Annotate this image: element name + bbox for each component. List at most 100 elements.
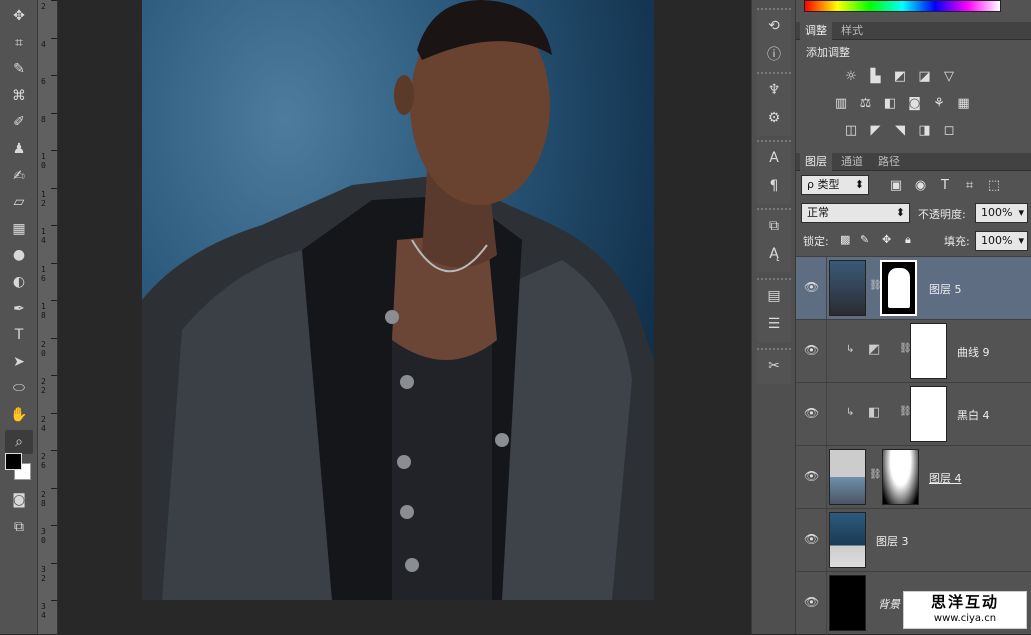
visibility-eye-icon[interactable]: 👁︎ — [804, 343, 819, 357]
crop-tool-icon[interactable]: ⌗ — [5, 31, 33, 55]
blur-tool-icon[interactable]: ● — [5, 243, 33, 267]
color-spectrum[interactable] — [804, 0, 1001, 12]
layer-row-5[interactable]: 👁︎ ⛓ 图层 5 — [796, 256, 1031, 320]
channel-mixer-icon[interactable]: ⚘ — [930, 95, 948, 111]
lock-all-icon[interactable]: 🔒︎ — [905, 233, 911, 247]
layer-row-3[interactable]: 👁︎ 图层 3 — [796, 508, 1031, 572]
visibility-eye-icon[interactable]: 👁︎ — [804, 595, 819, 609]
history-panel-icon[interactable]: ⟲ — [763, 16, 785, 36]
black-white-adjustment-icon: ◧ — [868, 405, 881, 420]
photo-filter-icon[interactable]: ◙ — [906, 95, 924, 111]
gradient-map-icon[interactable]: ◻ — [940, 122, 958, 138]
layer-name: 背景 — [878, 598, 900, 611]
gradient-tool-icon[interactable]: ▦ — [5, 217, 33, 241]
smart-object-filter-icon[interactable]: ⬚ — [985, 177, 1003, 193]
quick-mask-icon[interactable]: ◙ — [5, 488, 33, 512]
layer-row-bw[interactable]: 👁︎ ↳ ◧ ⛓ 黑白 4 — [796, 382, 1031, 446]
curves-icon[interactable]: ◩ — [891, 68, 909, 84]
document-canvas[interactable] — [58, 0, 751, 634]
lock-transparent-icon[interactable]: ▩ — [840, 233, 850, 246]
exposure-icon[interactable]: ◪ — [916, 68, 934, 84]
layer-row-4[interactable]: 👁︎ ⛓ 图层 4 — [796, 445, 1031, 509]
layer-row-curves[interactable]: 👁︎ ↳ ◩ ⛓ 曲线 9 — [796, 319, 1031, 383]
tools-panel-icon[interactable]: ✂ — [763, 356, 785, 376]
clip-arrow-icon: ↳ — [846, 344, 855, 355]
lock-pixels-icon[interactable]: ✎ — [860, 233, 869, 246]
vibrance-icon[interactable]: ▽ — [940, 68, 958, 84]
ruler-mark — [51, 375, 57, 376]
ruler-mark — [51, 187, 57, 189]
foreground-color-swatch[interactable] — [5, 453, 22, 470]
layer-name: 图层 5 — [929, 283, 962, 296]
ellipse-tool-icon[interactable]: ⬭ — [5, 376, 33, 400]
tab-styles[interactable]: 样式 — [836, 22, 868, 40]
eyedropper-tool-icon[interactable]: ✎ — [5, 57, 33, 81]
blend-mode-select[interactable]: 正常 ⬍ — [801, 203, 910, 223]
layer-mask-thumbnail — [910, 386, 947, 442]
info-panel-icon[interactable]: ⓘ — [763, 44, 785, 64]
character-panel-icon[interactable]: A — [763, 148, 785, 168]
screen-mode-icon[interactable]: ⧉ — [5, 515, 33, 539]
adjustment-filter-icon[interactable]: ◉ — [912, 177, 930, 193]
layer-mask-thumbnail — [882, 449, 919, 505]
ruler-tick-label: 18 — [41, 302, 46, 320]
type-tool-icon[interactable]: T — [5, 323, 33, 347]
shape-filter-icon[interactable]: ⌗ — [961, 177, 979, 193]
pen-tool-icon[interactable]: ✒ — [5, 297, 33, 321]
opacity-input[interactable]: 100% ▾ — [975, 203, 1028, 223]
visibility-eye-icon[interactable]: 👁︎ — [804, 406, 819, 420]
paragraph-styles-icon[interactable]: ☰ — [763, 314, 785, 334]
selective-color-icon[interactable]: ◨ — [916, 122, 934, 138]
lock-position-icon[interactable]: ✥ — [882, 233, 891, 246]
hand-tool-icon[interactable]: ✋ — [5, 403, 33, 427]
brightness-icon[interactable]: ☼ — [842, 68, 860, 84]
tab-channels[interactable]: 通道 — [836, 153, 868, 171]
brush-tool-icon[interactable]: ✐ — [5, 110, 33, 134]
tab-adjustments[interactable]: 调整 — [800, 22, 832, 40]
notes-panel-icon[interactable]: ▤ — [763, 286, 785, 306]
path-selection-icon[interactable]: ➤ — [5, 350, 33, 374]
color-balance-icon[interactable]: ⚖ — [857, 95, 875, 111]
tool-presets-icon[interactable]: ⚙ — [763, 108, 785, 128]
add-adjustment-label: 添加调整 — [806, 46, 850, 59]
ruler-tick-label: 14 — [41, 227, 46, 245]
right-panels: 调整 样式 添加调整 ☼ ▙ ◩ ◪ ▽ ▥ ⚖ ◧ ◙ ⚘ ▦ ◫ ◤ ◥ ◨ ◻ 图层 通道 路径 ρ 类… — [796, 0, 1031, 635]
posterize-icon[interactable]: ◤ — [867, 122, 885, 138]
levels-icon[interactable]: ▙ — [867, 68, 885, 84]
clone-stamp-icon[interactable]: ♟ — [5, 137, 33, 161]
visibility-eye-icon[interactable]: 👁︎ — [804, 469, 819, 483]
pixel-filter-icon[interactable]: ▣ — [887, 177, 905, 193]
visibility-eye-icon[interactable]: 👁︎ — [804, 280, 819, 294]
dodge-tool-icon[interactable]: ◐ — [5, 270, 33, 294]
threshold-icon[interactable]: ◥ — [891, 122, 909, 138]
invert-icon[interactable]: ◫ — [842, 122, 860, 138]
ruler-mark — [51, 0, 57, 1]
paragraph-panel-icon[interactable]: ¶ — [763, 176, 785, 196]
history-brush-icon[interactable]: ✍ — [5, 164, 33, 188]
spot-healing-icon[interactable]: ⌘ — [5, 84, 33, 108]
brush-presets-icon[interactable]: ♆ — [763, 80, 785, 100]
black-white-icon[interactable]: ◧ — [881, 95, 899, 111]
ruler-tick-label: 2 — [41, 2, 46, 11]
tab-layers[interactable]: 图层 — [800, 153, 832, 171]
layer-filter-select[interactable]: ρ 类型 ⬍ — [801, 175, 869, 195]
type-filter-icon[interactable]: T — [936, 177, 954, 193]
layer-mask-thumbnail — [910, 323, 947, 379]
color-lookup-icon[interactable]: ▦ — [955, 95, 973, 111]
character-styles-icon[interactable]: Ą — [763, 244, 785, 264]
visibility-eye-icon[interactable]: 👁︎ — [804, 532, 819, 546]
ruler-mark — [51, 337, 57, 339]
tools-panel: ✥ ⌗ ✎ ⌘ ✐ ♟ ✍ ▱ ▦ ● ◐ ✒ T ➤ ⬭ ✋ ⌕ ◙ ⧉ — [0, 0, 38, 634]
watermark-title: 思洋互动 — [930, 593, 999, 611]
eraser-tool-icon[interactable]: ▱ — [5, 190, 33, 214]
tab-paths[interactable]: 路径 — [873, 153, 905, 171]
opacity-label: 不透明度: — [918, 208, 966, 221]
ruler-mark — [51, 262, 57, 264]
ruler-mark — [51, 112, 57, 114]
ruler-mark — [51, 525, 57, 526]
clone-source-icon[interactable]: ⧉ — [763, 216, 785, 236]
hue-saturation-icon[interactable]: ▥ — [832, 95, 850, 111]
move-tool-icon[interactable]: ✥ — [5, 4, 33, 28]
zoom-tool-icon[interactable]: ⌕ — [5, 429, 33, 454]
fill-input[interactable]: 100% ▾ — [975, 231, 1028, 251]
